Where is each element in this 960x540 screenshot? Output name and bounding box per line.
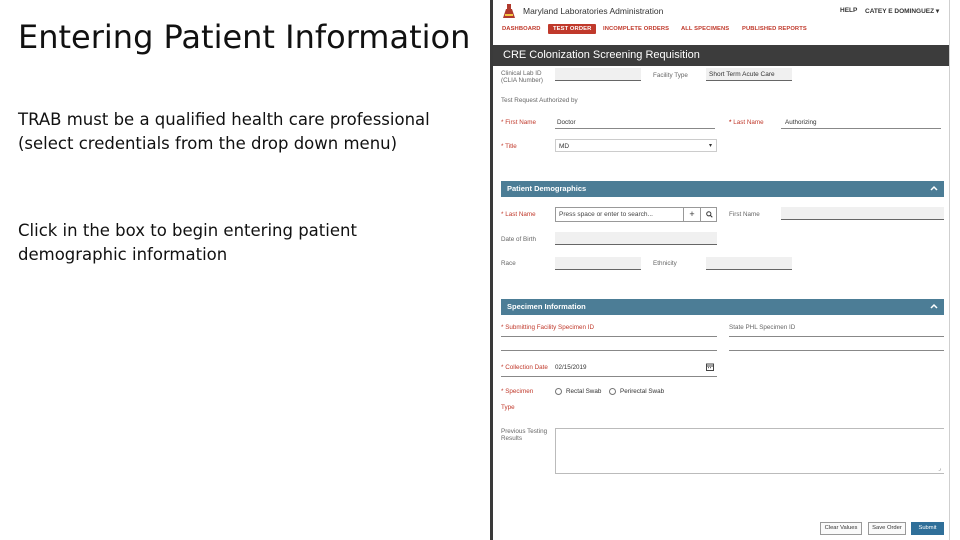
trab-first-name-label: First Name <box>501 119 536 126</box>
patient-search-placeholder: Press space or enter to search... <box>559 211 653 218</box>
rectal-swab-radio[interactable] <box>555 388 562 395</box>
app-name: Maryland Laboratories Administration <box>523 6 664 16</box>
trab-instruction-line-1: TRAB must be a qualified health care pro… <box>18 110 430 129</box>
trab-title-label: Title <box>501 143 517 150</box>
dob-label: Date of Birth <box>501 236 536 243</box>
state-phl-specimen-id-label: State PHL Specimen ID <box>729 324 796 331</box>
facility-type-label: Facility Type <box>653 72 688 79</box>
dob-field[interactable] <box>555 232 717 245</box>
clinical-lab-id-field[interactable] <box>555 68 641 81</box>
ethnicity-label: Ethnicity <box>653 260 677 267</box>
main-nav: DASHBOARD TEST ORDER INCOMPLETE ORDERS A… <box>493 23 949 37</box>
form-title: CRE Colonization Screening Requisition <box>503 49 700 61</box>
dropdown-caret-icon: ▾ <box>708 143 712 149</box>
previous-testing-label-line-1: Previous Testing <box>501 428 548 435</box>
clear-values-button[interactable]: Clear Values <box>820 522 862 535</box>
trab-last-name-field[interactable]: Authorizing <box>785 119 817 126</box>
nav-incomplete-orders[interactable]: INCOMPLETE ORDERS <box>603 26 669 32</box>
specimen-information-header[interactable]: Specimen Information <box>501 299 944 315</box>
trab-title-dropdown[interactable]: MD ▾ <box>555 139 717 152</box>
clinical-lab-id-label-line-2: (CLIA Number) <box>501 77 543 84</box>
collection-date-underline <box>501 376 717 377</box>
trab-first-name-field[interactable]: Doctor <box>557 119 576 126</box>
submitting-specimen-id-field-2[interactable] <box>501 350 717 351</box>
specimen-information-title: Specimen Information <box>507 302 586 311</box>
lab-flask-logo-icon <box>503 4 515 18</box>
nav-published-reports[interactable]: PUBLISHED REPORTS <box>742 26 807 32</box>
patient-demographics-header[interactable]: Patient Demographics <box>501 181 944 197</box>
chevron-up-icon <box>930 303 938 309</box>
previous-testing-results-textarea[interactable]: ⌟ <box>555 428 944 474</box>
trab-instruction: TRAB must be a qualified health care pro… <box>18 108 458 156</box>
calendar-icon[interactable] <box>706 363 714 371</box>
user-menu[interactable]: CATEY E DOMINGUEZ ▾ <box>865 7 939 15</box>
trab-first-name-underline <box>555 128 715 129</box>
patient-demographics-title: Patient Demographics <box>507 184 587 193</box>
patient-search-input[interactable]: Press space or enter to search... + <box>555 207 717 222</box>
form-title-bar: CRE Colonization Screening Requisition <box>493 45 949 66</box>
race-label: Race <box>501 260 516 267</box>
ethnicity-field[interactable] <box>706 257 792 270</box>
state-phl-specimen-id-field-2[interactable] <box>729 350 944 351</box>
demographics-instruction-line-1: Click in the box to begin entering patie… <box>18 221 357 240</box>
submitting-specimen-id-field[interactable] <box>501 336 717 337</box>
facility-type-field[interactable]: Short Term Acute Care <box>706 68 792 81</box>
patient-first-name-field[interactable] <box>781 207 944 220</box>
specimen-label: Specimen <box>501 388 533 395</box>
magnifier-icon[interactable] <box>700 208 717 221</box>
nav-all-specimens[interactable]: ALL SPECIMENS <box>681 26 729 32</box>
specimen-type-label: Type <box>501 404 515 411</box>
previous-testing-label: Previous Testing Results <box>501 428 547 442</box>
collection-date-field[interactable]: 02/15/2019 <box>555 364 587 371</box>
trab-title-value: MD <box>559 143 570 150</box>
collection-date-label: Collection Date <box>501 364 548 371</box>
perirectal-swab-label: Perirectal Swab <box>620 388 665 395</box>
submit-button[interactable]: Submit <box>911 522 944 535</box>
race-field[interactable] <box>555 257 641 270</box>
chevron-up-icon <box>930 185 938 191</box>
clinical-lab-id-label: Clinical Lab ID (CLIA Number) <box>501 70 543 84</box>
submitting-specimen-id-label: Submitting Facility Specimen ID <box>501 324 594 331</box>
patient-last-name-label: Last Name <box>501 211 535 218</box>
nav-dashboard[interactable]: DASHBOARD <box>502 26 541 32</box>
previous-testing-label-line-2: Results <box>501 435 522 442</box>
nav-test-order[interactable]: TEST ORDER <box>548 24 597 34</box>
trab-last-name-label-text: Last Name <box>729 119 763 126</box>
perirectal-swab-radio[interactable] <box>609 388 616 395</box>
clinical-lab-id-label-line-1: Clinical Lab ID <box>501 70 542 77</box>
top-bar: Maryland Laboratories Administration HEL… <box>493 0 949 22</box>
trab-label: Test Request Authorized by <box>501 97 578 104</box>
demographics-instruction: Click in the box to begin entering patie… <box>18 219 458 267</box>
rectal-swab-label: Rectal Swab <box>566 388 602 395</box>
help-link[interactable]: HELP <box>840 7 857 14</box>
state-phl-specimen-id-field[interactable] <box>729 336 944 337</box>
plus-icon[interactable]: + <box>683 208 700 221</box>
slide-title: Entering Patient Information <box>18 18 471 56</box>
app-screenshot: Maryland Laboratories Administration HEL… <box>490 0 950 540</box>
trab-instruction-line-2: (select credentials from the drop down m… <box>18 134 398 153</box>
trab-last-name-underline <box>781 128 941 129</box>
resize-handle-icon[interactable]: ⌟ <box>938 465 941 472</box>
demographics-instruction-line-2: demographic information <box>18 245 228 264</box>
patient-first-name-label: First Name <box>729 211 760 218</box>
save-order-button[interactable]: Save Order <box>868 522 906 535</box>
